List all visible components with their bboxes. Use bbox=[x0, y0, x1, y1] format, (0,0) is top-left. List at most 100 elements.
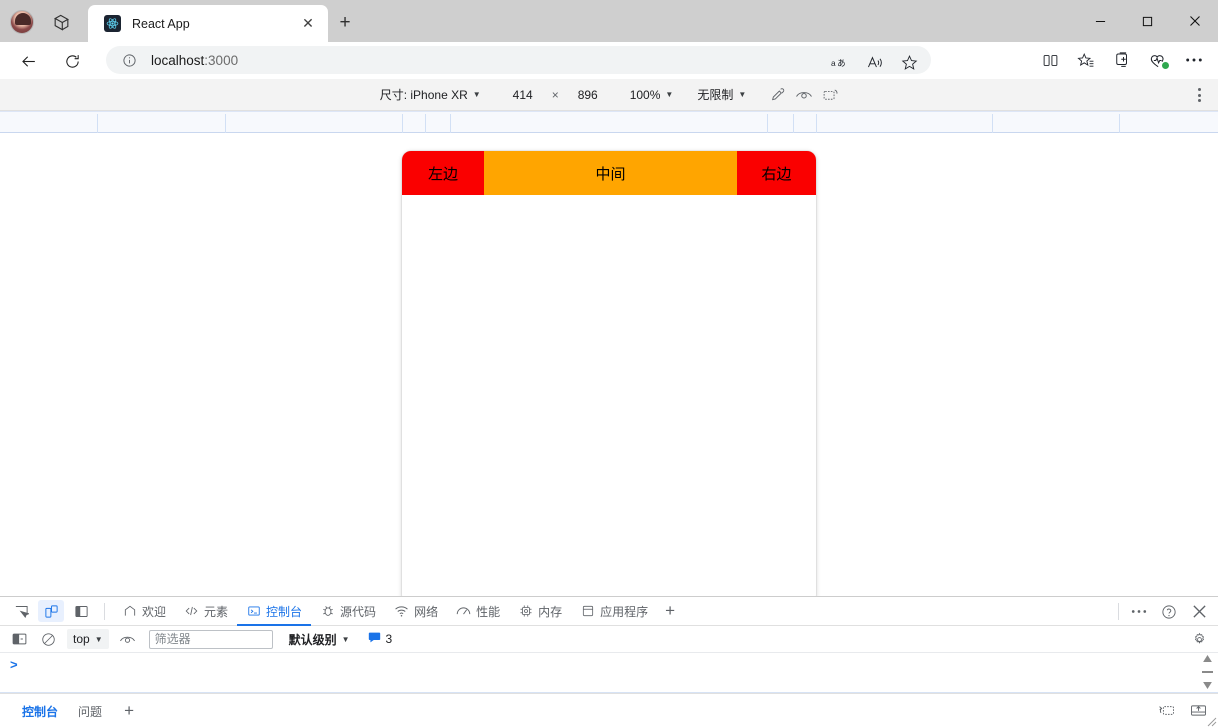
close-window-button[interactable] bbox=[1171, 0, 1218, 42]
address-bar[interactable]: localhost:3000 a あ bbox=[106, 46, 931, 74]
console-scrollbar[interactable] bbox=[1201, 655, 1214, 689]
console-level-selector[interactable]: 默认级别 ▼ bbox=[289, 631, 350, 648]
drawer-tab-issues[interactable]: 问题 bbox=[68, 699, 112, 724]
device-zoom-selector[interactable]: 100% ▼ bbox=[625, 84, 679, 106]
device-viewport: 左边 中间 右边 bbox=[402, 151, 816, 604]
code-brackets-icon bbox=[184, 604, 199, 618]
dock-side-icon[interactable] bbox=[68, 600, 94, 622]
tab-performance[interactable]: 性能 bbox=[447, 597, 509, 626]
device-toolbar-more-button[interactable] bbox=[1188, 84, 1210, 106]
device-zoom-label: 100% bbox=[630, 88, 661, 102]
console-output-area[interactable]: > bbox=[0, 653, 1218, 693]
reload-snapshot-icon[interactable] bbox=[1154, 700, 1178, 721]
device-size-selector[interactable]: 尺寸: iPhone XR ▼ bbox=[375, 84, 486, 106]
issues-count: 3 bbox=[386, 632, 393, 646]
issues-bubble-icon bbox=[368, 631, 381, 647]
devtools-drawer-tabs: 控制台 问题 + bbox=[0, 693, 1218, 728]
chevron-down-icon: ▼ bbox=[95, 635, 103, 644]
react-icon bbox=[104, 15, 121, 32]
profile-avatar-icon[interactable] bbox=[10, 10, 34, 34]
tab-welcome-label: 欢迎 bbox=[142, 603, 166, 620]
svg-text:a: a bbox=[831, 57, 836, 67]
tab-welcome[interactable]: 欢迎 bbox=[113, 597, 175, 626]
network-throttling-selector[interactable]: 无限制 ▼ bbox=[692, 84, 751, 106]
application-box-icon bbox=[580, 604, 595, 618]
live-expression-icon[interactable] bbox=[114, 629, 141, 650]
help-icon[interactable] bbox=[1156, 601, 1182, 623]
vertical-ellipsis-icon bbox=[1198, 88, 1201, 102]
panel-left-label: 左边 bbox=[428, 163, 458, 184]
reload-button[interactable] bbox=[58, 47, 86, 75]
tab-sources-label: 源代码 bbox=[340, 603, 376, 620]
scroll-down-icon bbox=[1203, 682, 1212, 689]
devtools-tabbar: 欢迎 元素 控制台 源代码 网络 bbox=[0, 597, 1218, 626]
inspect-element-icon[interactable] bbox=[8, 600, 34, 622]
console-sidebar-icon[interactable] bbox=[6, 629, 33, 650]
clear-console-icon[interactable] bbox=[35, 629, 62, 650]
new-tab-button[interactable]: + bbox=[332, 11, 358, 35]
console-context-selector[interactable]: top ▼ bbox=[67, 629, 109, 649]
drawer-add-tab-button[interactable]: + bbox=[116, 700, 142, 722]
device-height-input[interactable] bbox=[565, 88, 611, 102]
device-width-input[interactable] bbox=[500, 88, 546, 102]
browser-essentials-icon[interactable] bbox=[1140, 46, 1176, 74]
close-devtools-icon[interactable] bbox=[1186, 601, 1212, 623]
add-panel-button[interactable]: + bbox=[657, 600, 683, 622]
capture-screenshot-icon[interactable] bbox=[817, 84, 843, 106]
drawer-tab-console[interactable]: 控制台 bbox=[12, 699, 68, 724]
tab-memory[interactable]: 内存 bbox=[509, 597, 571, 626]
console-filter-input[interactable] bbox=[149, 630, 273, 649]
tab-title: React App bbox=[132, 17, 296, 31]
close-icon[interactable]: ✕ bbox=[296, 12, 320, 36]
maximize-button[interactable] bbox=[1124, 0, 1171, 42]
device-ruler[interactable] bbox=[0, 111, 1218, 133]
collections-add-icon[interactable] bbox=[1104, 46, 1140, 74]
tab-application[interactable]: 应用程序 bbox=[571, 597, 657, 626]
device-toolbar-icon[interactable] bbox=[38, 600, 64, 622]
split-screen-icon[interactable] bbox=[1032, 46, 1068, 74]
tab-sources[interactable]: 源代码 bbox=[311, 597, 385, 626]
tab-elements[interactable]: 元素 bbox=[175, 597, 237, 626]
window-resize-grip[interactable] bbox=[1205, 715, 1217, 727]
translate-icon[interactable] bbox=[857, 48, 892, 76]
color-picker-icon[interactable] bbox=[765, 84, 791, 106]
browser-tab-react-app[interactable]: React App ✕ bbox=[88, 5, 328, 42]
console-terminal-icon bbox=[246, 604, 261, 618]
star-icon[interactable] bbox=[892, 48, 927, 76]
chevron-down-icon: ▼ bbox=[738, 90, 746, 99]
tab-console[interactable]: 控制台 bbox=[237, 597, 311, 626]
minimize-button[interactable] bbox=[1077, 0, 1124, 42]
more-tools-icon[interactable] bbox=[1126, 601, 1152, 623]
back-button[interactable] bbox=[14, 47, 42, 75]
console-prompt-row[interactable]: > bbox=[0, 653, 1218, 675]
chevron-down-icon: ▼ bbox=[473, 90, 481, 99]
network-wifi-icon bbox=[394, 604, 409, 618]
settings-gear-icon[interactable] bbox=[1189, 629, 1210, 650]
tab-network[interactable]: 网络 bbox=[385, 597, 447, 626]
window-controls bbox=[1077, 0, 1218, 42]
console-issues-badge[interactable]: 3 bbox=[368, 631, 393, 647]
panel-right-label: 右边 bbox=[761, 163, 791, 184]
show-rulers-icon[interactable] bbox=[791, 84, 817, 106]
collections-icon[interactable] bbox=[46, 9, 76, 35]
tab-console-label: 控制台 bbox=[266, 603, 302, 620]
home-icon bbox=[122, 604, 137, 618]
settings-more-icon[interactable] bbox=[1176, 46, 1212, 74]
flex-layout-bar: 左边 中间 右边 bbox=[402, 151, 816, 195]
tab-performance-label: 性能 bbox=[476, 603, 500, 620]
device-emulation-stage: 左边 中间 右边 bbox=[0, 111, 1218, 596]
memory-chip-icon bbox=[518, 604, 533, 618]
scroll-thumb[interactable] bbox=[1202, 671, 1213, 673]
throttling-label: 无限制 bbox=[697, 86, 733, 103]
tab-application-label: 应用程序 bbox=[600, 603, 648, 620]
device-emulation-toolbar: 尺寸: iPhone XR ▼ × 100% ▼ 无限制 ▼ bbox=[0, 79, 1218, 111]
tab-elements-label: 元素 bbox=[204, 603, 228, 620]
devtools-panel: 欢迎 元素 控制台 源代码 网络 bbox=[0, 596, 1218, 728]
favorites-icon[interactable] bbox=[1068, 46, 1104, 74]
info-circle-icon[interactable] bbox=[119, 50, 139, 70]
panel-right: 右边 bbox=[737, 151, 816, 195]
bug-icon bbox=[320, 604, 335, 618]
read-aloud-icon[interactable]: a あ bbox=[822, 48, 857, 76]
svg-text:あ: あ bbox=[837, 57, 845, 67]
essentials-status-dot bbox=[1161, 61, 1170, 70]
